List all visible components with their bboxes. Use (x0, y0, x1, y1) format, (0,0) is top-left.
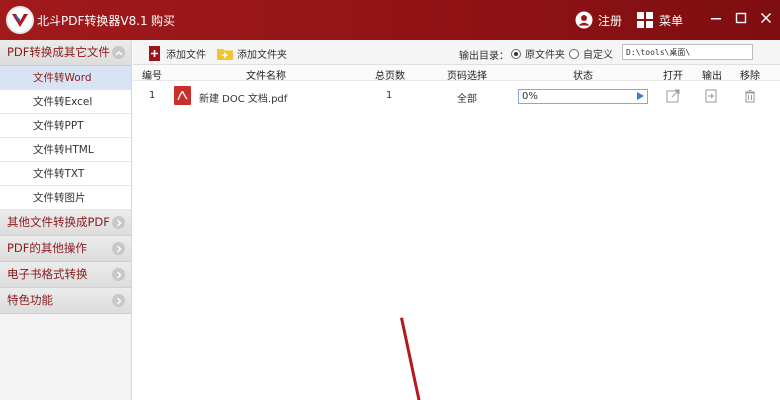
chevron-right-icon (112, 242, 125, 255)
grid-menu-icon (637, 12, 653, 28)
sidebar-group-pdf-to-other[interactable]: PDF转换成其它文件 (0, 40, 131, 66)
sidebar-group-label: PDF的其他操作 (7, 241, 87, 255)
row-index: 1 (149, 90, 156, 101)
radio-custom-label: 自定义 (583, 50, 613, 61)
sidebar: PDF转换成其它文件 文件转Word 文件转Excel 文件转PPT 文件转HT… (0, 40, 132, 400)
col-pages: 总页数 (375, 71, 405, 82)
row-page-select[interactable]: 全部 (457, 90, 477, 105)
sidebar-item-image[interactable]: 文件转图片 (0, 186, 131, 210)
chevron-up-icon (112, 46, 125, 59)
progress-text: 0% (522, 91, 538, 102)
open-file-icon[interactable] (666, 89, 680, 103)
col-remove: 移除 (740, 71, 760, 82)
sidebar-group-features[interactable]: 特色功能 (0, 288, 131, 314)
add-file-label: 添加文件 (166, 49, 206, 61)
sidebar-group-other-to-pdf[interactable]: 其他文件转换成PDF (0, 210, 131, 236)
col-page-select: 页码选择 (447, 71, 487, 82)
radio-custom-folder[interactable]: 自定义 (569, 46, 613, 61)
maximize-button[interactable] (731, 8, 751, 28)
start-convert-play-icon[interactable] (637, 92, 644, 100)
close-button[interactable] (756, 8, 776, 28)
add-file-icon (149, 45, 160, 61)
main-menu-button[interactable]: 菜单 (637, 10, 683, 30)
register-label: 注册 (598, 13, 623, 28)
sidebar-item-excel[interactable]: 文件转Excel (0, 90, 131, 114)
sidebar-item-txt[interactable]: 文件转TXT (0, 162, 131, 186)
sidebar-group-label: 特色功能 (7, 293, 53, 307)
col-open: 打开 (663, 71, 683, 82)
toolbar: 添加文件 添加文件夹 输出目录： 原文件夹 自定义 (133, 40, 780, 65)
table-header: 编号 文件名称 总页数 页码选择 状态 打开 输出 移除 (133, 65, 780, 82)
sidebar-group-label: 电子书格式转换 (7, 267, 88, 281)
sidebar-group-label: PDF转换成其它文件 (7, 45, 110, 59)
add-file-button[interactable]: 添加文件 (149, 45, 206, 61)
menu-label: 菜单 (659, 13, 684, 28)
output-folder-icon[interactable] (704, 89, 718, 103)
conversion-progress-bar: 0% (518, 89, 648, 104)
title-bar: 北斗PDF转换器V8.1 购买 注册 菜单 (0, 0, 780, 40)
user-icon (575, 11, 593, 29)
buy-menu[interactable]: 购买 (151, 12, 175, 29)
col-filename: 文件名称 (246, 71, 286, 82)
table-row[interactable]: 1 新建 DOC 文档.pdf 1 全部 0% (133, 84, 780, 108)
trash-icon[interactable] (743, 89, 757, 103)
row-filename: 新建 DOC 文档.pdf (199, 94, 288, 105)
register-button[interactable]: 注册 (575, 10, 622, 30)
chevron-right-icon (112, 294, 125, 307)
col-output: 输出 (702, 71, 722, 82)
app-logo-icon (6, 6, 34, 34)
output-path-input[interactable] (622, 44, 753, 60)
pdf-file-icon (174, 86, 191, 105)
radio-source-label: 原文件夹 (525, 50, 565, 61)
col-index: 编号 (142, 71, 162, 82)
sidebar-item-ppt[interactable]: 文件转PPT (0, 114, 131, 138)
maximize-icon (735, 12, 747, 24)
add-folder-button[interactable]: 添加文件夹 (217, 45, 287, 61)
output-dir-label: 输出目录： (459, 51, 509, 62)
annotation-arrow (400, 317, 423, 400)
radio-unselected-icon (569, 48, 579, 59)
sidebar-item-html[interactable]: 文件转HTML (0, 138, 131, 162)
sidebar-group-label: 其他文件转换成PDF (7, 215, 110, 229)
sidebar-group-pdf-ops[interactable]: PDF的其他操作 (0, 236, 131, 262)
minimize-icon (711, 18, 721, 20)
chevron-right-icon (112, 216, 125, 229)
chevron-right-icon (112, 268, 125, 281)
close-icon (760, 12, 772, 24)
radio-source-folder[interactable]: 原文件夹 (511, 46, 565, 61)
col-status: 状态 (573, 71, 593, 82)
radio-selected-icon (511, 48, 521, 59)
minimize-button[interactable] (706, 8, 726, 28)
sidebar-item-word[interactable]: 文件转Word (0, 66, 131, 90)
add-folder-label: 添加文件夹 (237, 49, 287, 61)
add-folder-icon (217, 48, 233, 60)
sidebar-group-ebook[interactable]: 电子书格式转换 (0, 262, 131, 288)
row-pages: 1 (386, 90, 393, 101)
app-title: 北斗PDF转换器V8.1 (37, 14, 148, 28)
